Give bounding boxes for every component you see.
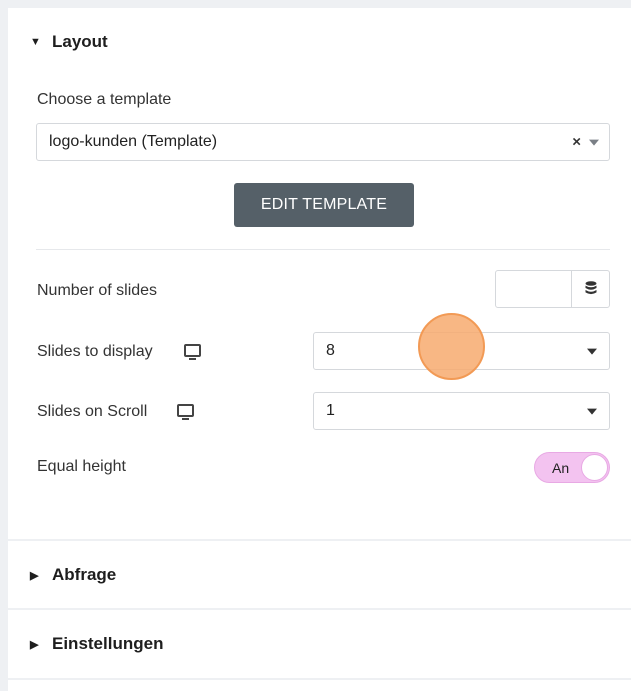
- input-separator: [571, 271, 572, 307]
- slides-to-display-label: Slides to display: [37, 343, 153, 360]
- settings-panel: ▼ Layout Choose a template logo-kunden (…: [8, 8, 631, 691]
- equal-height-toggle[interactable]: An: [534, 452, 610, 483]
- slides-on-scroll-value: 1: [326, 402, 335, 419]
- number-of-slides-input[interactable]: [495, 270, 610, 308]
- toggle-text: An: [552, 460, 570, 476]
- template-select-value: logo-kunden (Template): [49, 133, 218, 150]
- section-divider: [8, 608, 631, 610]
- monitor-icon[interactable]: [184, 344, 201, 360]
- abfrage-section-header[interactable]: ▶ Abfrage: [30, 565, 116, 585]
- layout-section-header[interactable]: ▼ Layout: [30, 32, 108, 52]
- layout-section-title: Layout: [52, 32, 108, 51]
- edit-template-button[interactable]: EDIT TEMPLATE: [234, 183, 414, 227]
- slides-to-display-value: 8: [326, 342, 335, 359]
- slides-to-display-select[interactable]: 8: [313, 332, 610, 370]
- caret-right-icon: ▶: [30, 638, 39, 651]
- caret-right-icon: ▶: [30, 569, 39, 582]
- number-of-slides-label: Number of slides: [37, 282, 158, 299]
- toggle-knob: [581, 454, 608, 481]
- monitor-icon[interactable]: [177, 404, 194, 420]
- section-divider: [8, 678, 631, 680]
- slides-on-scroll-label: Slides on Scroll: [37, 403, 148, 420]
- equal-height-label: Equal height: [37, 458, 126, 475]
- chevron-down-icon[interactable]: [587, 408, 597, 415]
- abfrage-section-title: Abfrage: [52, 565, 117, 584]
- clear-icon[interactable]: ×: [572, 134, 581, 151]
- section-divider: [8, 539, 631, 541]
- slides-on-scroll-select[interactable]: 1: [313, 392, 610, 430]
- caret-down-icon: ▼: [30, 36, 41, 48]
- chevron-down-icon[interactable]: [589, 139, 599, 146]
- einstellungen-section-header[interactable]: ▶ Einstellungen: [30, 634, 163, 654]
- einstellungen-section-title: Einstellungen: [52, 634, 164, 653]
- divider: [36, 249, 610, 250]
- choose-template-label: Choose a template: [37, 91, 172, 108]
- template-select[interactable]: logo-kunden (Template) ×: [36, 123, 610, 161]
- chevron-down-icon[interactable]: [587, 348, 597, 355]
- database-icon[interactable]: [585, 281, 597, 295]
